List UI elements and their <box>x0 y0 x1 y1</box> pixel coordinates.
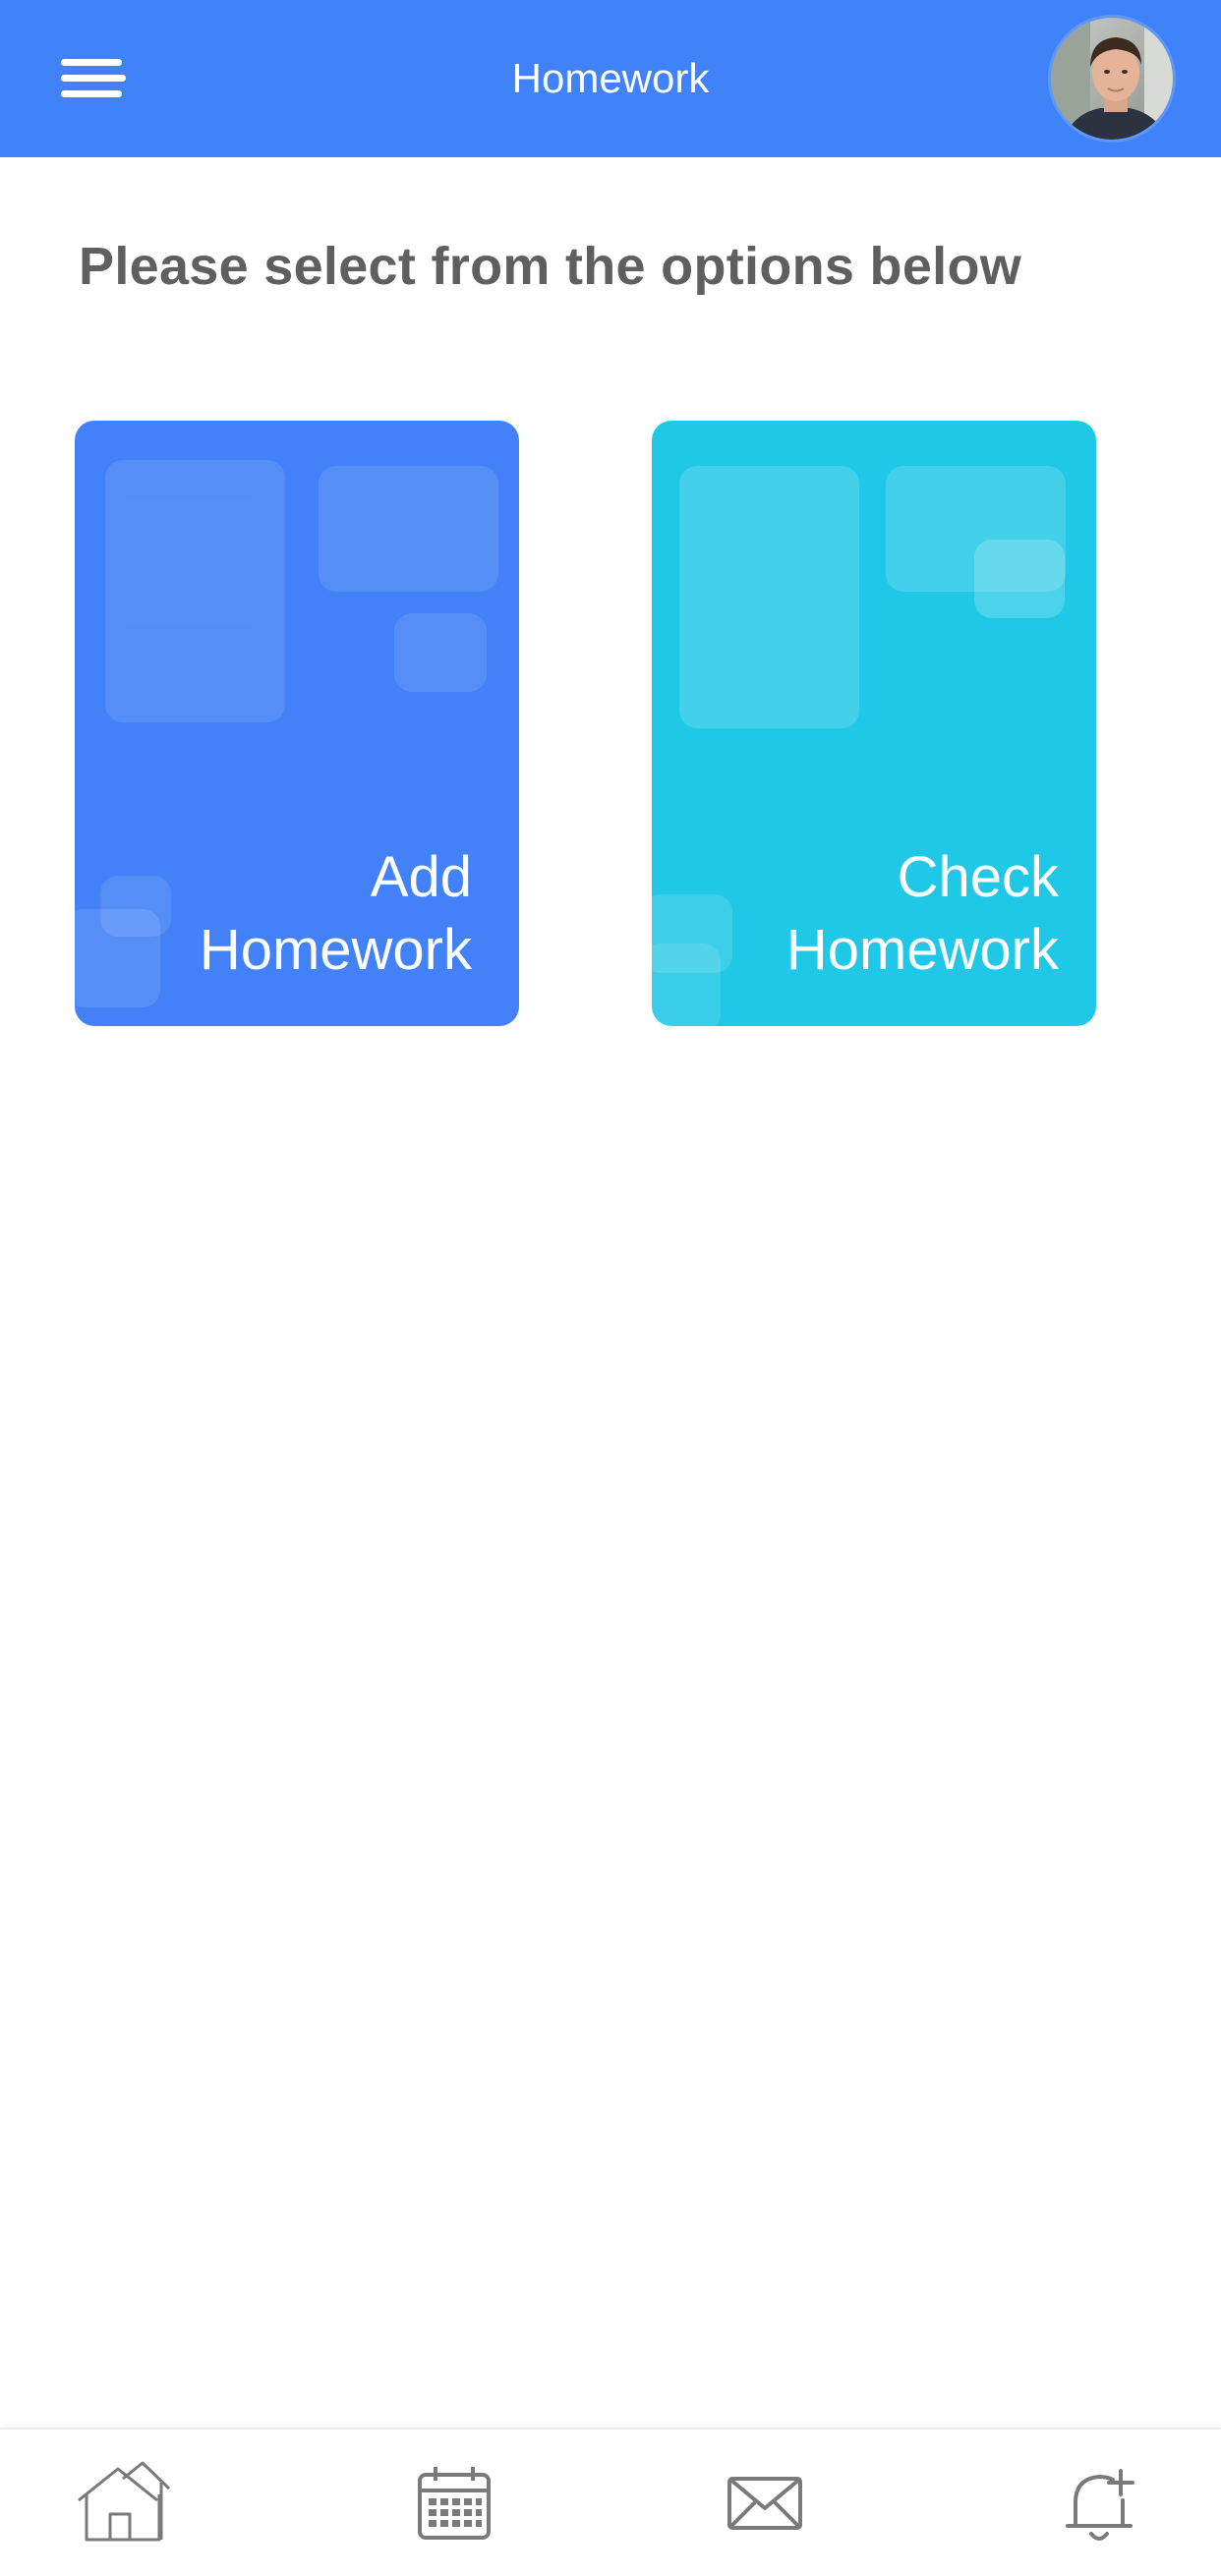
add-homework-card[interactable]: Add Homework <box>75 421 519 1026</box>
check-homework-label: Check Homework <box>786 841 1059 987</box>
card-decoration <box>679 466 859 728</box>
card-decoration <box>974 540 1065 618</box>
instruction-text: Please select from the options below <box>79 237 1022 296</box>
check-homework-card[interactable]: Check Homework <box>652 421 1096 1026</box>
card-label-line1: Add <box>370 845 472 909</box>
homework-screen: Homework Please select from the options … <box>0 0 1221 2576</box>
page-title: Homework <box>511 55 710 101</box>
app-header: Homework <box>0 0 1221 157</box>
menu-icon[interactable] <box>55 51 130 106</box>
card-decoration <box>105 460 285 722</box>
card-decoration <box>319 466 498 592</box>
card-decoration <box>652 944 721 1026</box>
home-icon[interactable] <box>69 2449 177 2557</box>
card-decoration <box>394 613 487 692</box>
bottom-nav <box>0 2428 1221 2576</box>
card-decoration <box>75 909 160 1007</box>
calendar-icon[interactable] <box>400 2449 508 2557</box>
add-homework-label: Add Homework <box>200 841 472 987</box>
card-label-line1: Check <box>897 845 1059 909</box>
card-label-line2: Homework <box>199 918 472 982</box>
bell-add-icon[interactable] <box>1046 2449 1154 2557</box>
avatar[interactable] <box>1048 15 1176 143</box>
card-label-line2: Homework <box>785 918 1059 982</box>
mail-icon[interactable] <box>710 2449 818 2557</box>
